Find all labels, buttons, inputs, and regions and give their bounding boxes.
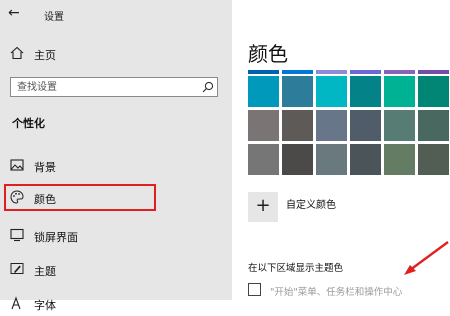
color-swatch[interactable] — [282, 144, 313, 175]
sidebar-item-label: 主页 — [34, 49, 56, 62]
search-icon[interactable] — [202, 81, 214, 93]
color-swatch[interactable] — [316, 144, 347, 175]
color-swatch[interactable] — [248, 76, 279, 107]
theme-brush-icon — [10, 263, 24, 274]
sidebar-item-themes[interactable]: 主题 — [0, 258, 232, 282]
window-title: 设置 — [44, 12, 64, 23]
search-box[interactable] — [10, 77, 218, 97]
color-swatch[interactable] — [418, 110, 449, 141]
home-icon — [10, 46, 24, 60]
sidebar-item-background[interactable]: 背景 — [0, 154, 232, 178]
color-swatch[interactable] — [248, 144, 279, 175]
color-swatch[interactable] — [316, 76, 347, 107]
color-swatch[interactable] — [418, 76, 449, 107]
title-bar: ← 设置 — [0, 0, 232, 28]
color-swatch[interactable] — [350, 144, 381, 175]
sidebar-item-label: 主题 — [34, 265, 56, 278]
accent-strip-swatch[interactable] — [248, 70, 279, 74]
sidebar-item-lock-screen[interactable]: 锁屏界面 — [0, 224, 232, 248]
sidebar-item-label: 字体 — [34, 299, 56, 312]
start-taskbar-action-center-checkbox[interactable] — [248, 283, 261, 296]
color-swatch[interactable] — [248, 110, 279, 141]
theme-color-surfaces-heading: 在以下区域显示主题色 — [248, 263, 344, 274]
custom-color-label[interactable]: 自定义颜色 — [286, 196, 336, 211]
color-swatch[interactable] — [384, 76, 415, 107]
page-title: 颜色 — [248, 42, 288, 66]
color-swatch[interactable] — [384, 110, 415, 141]
back-arrow-icon[interactable]: ← — [8, 5, 20, 21]
color-swatch[interactable] — [282, 110, 313, 141]
color-swatch[interactable] — [350, 110, 381, 141]
image-icon — [10, 159, 24, 171]
color-swatch[interactable] — [316, 110, 347, 141]
custom-color-button[interactable]: + — [248, 192, 278, 222]
sidebar-item-label: 背景 — [34, 161, 56, 174]
plus-icon: + — [255, 195, 271, 216]
accent-strip-swatch[interactable] — [316, 70, 347, 74]
color-swatch[interactable] — [350, 76, 381, 107]
sidebar-item-home[interactable]: 主页 — [0, 42, 232, 66]
accent-strip-swatch[interactable] — [350, 70, 381, 74]
font-icon — [11, 296, 21, 310]
section-header-personalization: 个性化 — [12, 117, 45, 130]
accent-strip-swatch[interactable] — [418, 70, 449, 74]
search-input[interactable] — [11, 78, 202, 96]
sidebar-item-label: 锁屏界面 — [34, 231, 78, 244]
accent-strip-swatch[interactable] — [282, 70, 313, 74]
annotation-highlight-box — [4, 184, 156, 211]
color-swatch[interactable] — [282, 76, 313, 107]
checkbox-label[interactable]: "开始"菜单、任务栏和操作中心 — [270, 284, 402, 298]
settings-sidebar: ← 设置 主页 个性化 背景 颜色 — [0, 0, 232, 312]
sidebar-item-fonts[interactable]: 字体 — [0, 292, 232, 316]
color-swatch[interactable] — [384, 144, 415, 175]
lock-screen-icon — [10, 228, 24, 242]
annotation-arrow-icon — [404, 241, 449, 275]
color-swatch[interactable] — [418, 144, 449, 175]
accent-strip-swatch[interactable] — [384, 70, 415, 74]
